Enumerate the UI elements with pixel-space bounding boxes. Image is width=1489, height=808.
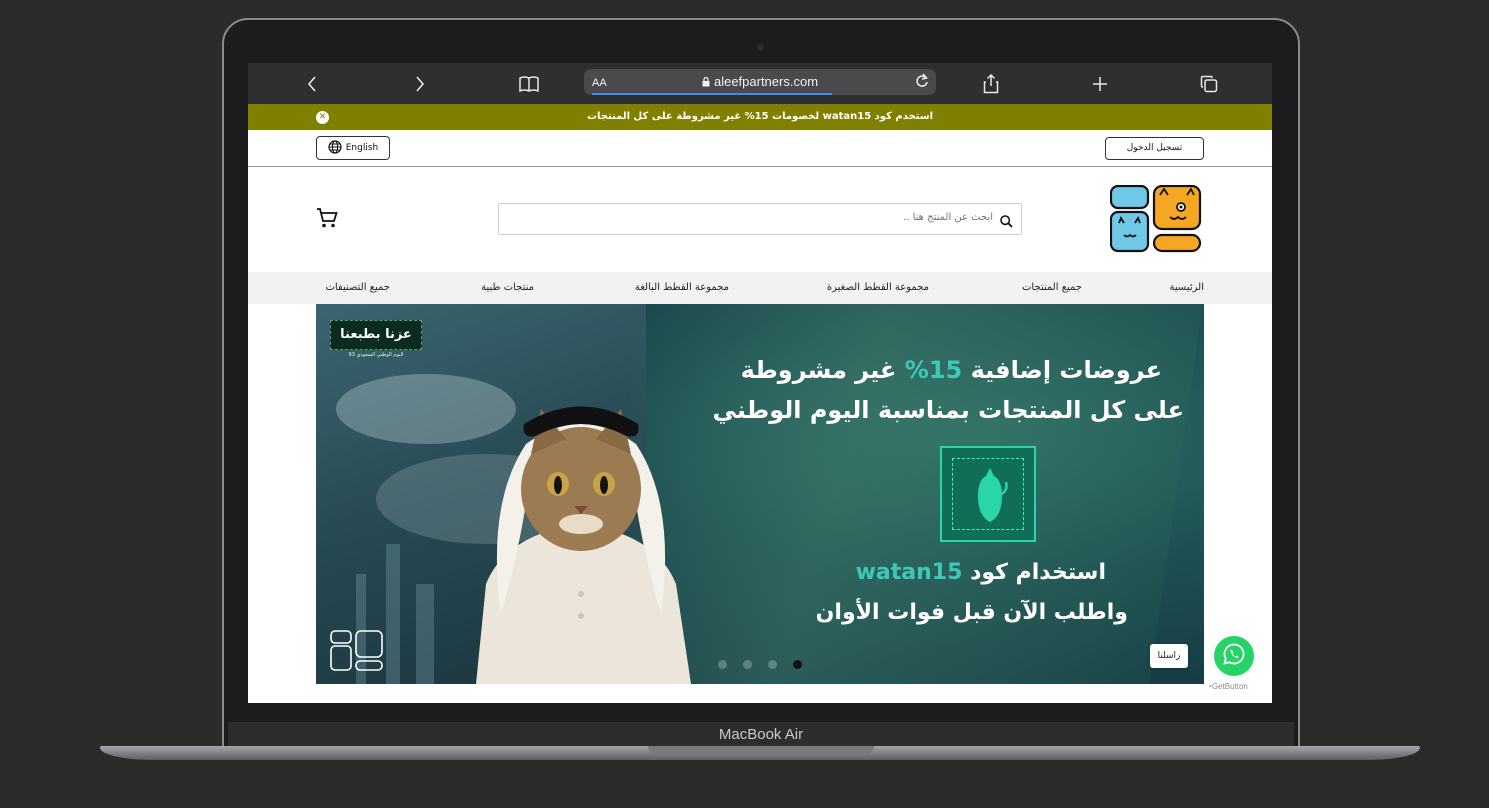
plus-icon[interactable]	[1085, 69, 1115, 99]
hero-line-4: واطلب الآن قبل فوات الأوان	[815, 600, 1128, 625]
badge-subtitle: اليوم الوطني السعودي 93	[348, 352, 404, 358]
hero-line-1c: غير مشروطة	[740, 356, 905, 384]
search-icon[interactable]	[1000, 213, 1013, 232]
reload-icon[interactable]	[915, 73, 929, 92]
language-label: English	[345, 143, 379, 153]
city-tower	[416, 584, 434, 684]
globe-icon	[328, 139, 342, 157]
slider-dots	[718, 660, 802, 669]
language-button[interactable]: English	[316, 136, 390, 160]
nav-item-all-products[interactable]: جميع المنتجات	[1022, 282, 1082, 293]
share-icon[interactable]	[976, 69, 1006, 99]
dallah-pattern-graphic	[940, 446, 1036, 542]
nav-item-adult-cats[interactable]: مجموعة القطط البالغة	[635, 282, 729, 293]
whatsapp-label[interactable]: راسلنا	[1150, 644, 1188, 668]
promo-text: استخدم كود watan15 لخصومات 15% غير مشروط…	[586, 111, 934, 122]
camera-icon	[757, 44, 764, 51]
nav-item-all-categories[interactable]: جميع التصنيفات	[325, 282, 390, 293]
slider-dot-active[interactable]	[793, 660, 802, 669]
nav-item-home[interactable]: الرئيسية	[1170, 282, 1204, 293]
laptop-notch	[648, 746, 874, 754]
device-label: MacBook Air	[228, 722, 1294, 747]
search-input[interactable]	[593, 212, 993, 223]
login-button[interactable]: تسجيل الدخول	[1105, 137, 1204, 160]
site-logo[interactable]	[1109, 184, 1202, 253]
tabs-icon[interactable]	[1194, 69, 1224, 99]
hero-banner[interactable]: عزنا بطبعنا اليوم الوطني السعودي 93 عروض…	[316, 304, 1204, 684]
load-progress	[592, 93, 832, 95]
city-tower	[386, 544, 400, 684]
search-box	[498, 203, 1022, 235]
promo-bar: ✕ استخدم كود watan15 لخصومات 15% غير مشر…	[248, 104, 1272, 130]
main-nav: الرئيسية جميع المنتجات مجموعة القطط الصغ…	[248, 272, 1272, 304]
slider-dot[interactable]	[768, 660, 777, 669]
nav-item-medical[interactable]: منتجات طبية	[481, 282, 534, 293]
slider-dot[interactable]	[743, 660, 752, 669]
slider-dot[interactable]	[718, 660, 727, 669]
hero-line-3a: استخدام كود	[962, 560, 1106, 585]
site-header	[248, 167, 1272, 272]
hero-line-3: استخدام كود watan15	[856, 560, 1106, 585]
nav-item-kittens[interactable]: مجموعة القطط الصغيرة	[827, 282, 929, 293]
book-icon[interactable]	[514, 69, 544, 99]
cat-illustration	[476, 406, 691, 684]
url-text: aleefpartners.com	[713, 74, 819, 89]
mini-logo-icon	[330, 630, 383, 671]
browser-toolbar: AA aleefpartners.com	[248, 63, 1272, 104]
national-day-badge: عزنا بطبعنا اليوم الوطني السعودي 93	[330, 320, 422, 366]
getbutton-text: GetButton	[1211, 682, 1248, 691]
whatsapp-button[interactable]	[1214, 636, 1254, 676]
cart-icon[interactable]	[316, 207, 338, 233]
hero-code: watan15	[855, 560, 963, 585]
whatsapp-icon	[1222, 642, 1246, 670]
forward-icon[interactable]	[405, 69, 435, 99]
hero-line-2: على كل المنتجات بمناسبة اليوم الوطني	[712, 396, 1184, 424]
utility-row: English تسجيل الدخول	[248, 130, 1272, 167]
hero-line-1a: عروضات إضافية	[962, 356, 1162, 384]
badge-title: عزنا بطبعنا	[330, 320, 422, 350]
address-bar[interactable]: AA aleefpartners.com	[584, 69, 936, 95]
getbutton-credit[interactable]: ◔GetButton	[1207, 682, 1248, 691]
back-icon[interactable]	[297, 69, 327, 99]
hero-line-1: عروضات إضافية 15% غير مشروطة	[741, 356, 1162, 384]
hero-discount: 15%	[904, 356, 963, 384]
screen: AA aleefpartners.com ✕ استخدم كود watan1…	[248, 63, 1272, 703]
lock-icon	[702, 75, 710, 90]
